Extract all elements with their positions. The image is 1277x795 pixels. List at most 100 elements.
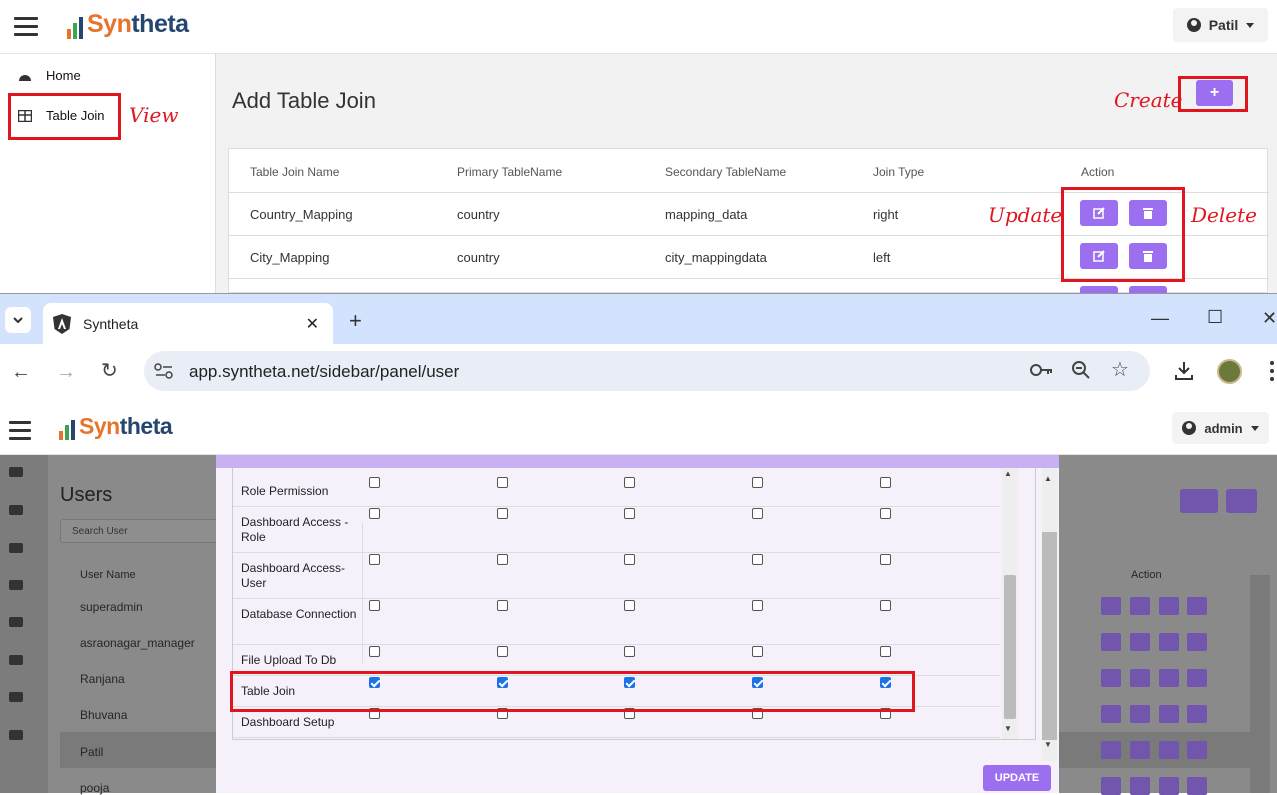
edit-user-button[interactable] bbox=[1101, 705, 1121, 723]
permissions-button[interactable] bbox=[1159, 633, 1179, 651]
table-icon[interactable] bbox=[9, 692, 23, 702]
gear-icon[interactable] bbox=[9, 730, 23, 740]
assign-role-button[interactable] bbox=[1130, 597, 1150, 615]
scroll-down-icon[interactable]: ▼ bbox=[1004, 724, 1012, 733]
permission-checkbox[interactable] bbox=[369, 554, 380, 565]
cell-join-name: City_Mapping bbox=[250, 250, 330, 265]
column-header: Table Join Name bbox=[250, 165, 340, 179]
permission-checkbox[interactable] bbox=[752, 508, 763, 519]
back-icon[interactable]: ← bbox=[11, 362, 31, 382]
edit-user-button[interactable] bbox=[1101, 597, 1121, 615]
export-button[interactable] bbox=[1226, 489, 1257, 513]
update-button[interactable]: UPDATE bbox=[983, 765, 1051, 791]
permission-checkbox[interactable] bbox=[369, 508, 380, 519]
assign-role-button[interactable] bbox=[1130, 633, 1150, 651]
forward-icon[interactable]: → bbox=[56, 362, 76, 382]
permission-checkbox[interactable] bbox=[624, 477, 635, 488]
permission-checkbox[interactable] bbox=[880, 508, 891, 519]
user-settings-icon[interactable] bbox=[9, 543, 23, 553]
browser-tab[interactable]: Syntheta ✕ bbox=[43, 303, 333, 345]
browser-menu-icon[interactable] bbox=[1270, 361, 1274, 381]
assign-role-button[interactable] bbox=[1130, 705, 1150, 723]
permission-checkbox[interactable] bbox=[752, 646, 763, 657]
edit-user-button[interactable] bbox=[1101, 741, 1121, 759]
upload-icon[interactable] bbox=[9, 655, 23, 665]
add-user-button[interactable] bbox=[1180, 489, 1218, 513]
assign-role-button[interactable] bbox=[1130, 669, 1150, 687]
zoom-out-icon[interactable] bbox=[1072, 361, 1090, 379]
sidebar-item-home[interactable]: Home bbox=[18, 68, 81, 83]
user-menu-button[interactable]: admin bbox=[1172, 412, 1269, 444]
list-item[interactable]: Ranjana bbox=[80, 672, 125, 686]
permission-checkbox[interactable] bbox=[624, 646, 635, 657]
delete-button[interactable] bbox=[1129, 286, 1167, 293]
permission-checkbox[interactable] bbox=[624, 508, 635, 519]
scroll-up-icon[interactable]: ▲ bbox=[1044, 474, 1052, 483]
edit-user-button[interactable] bbox=[1101, 669, 1121, 687]
minimize-button[interactable]: — bbox=[1151, 308, 1169, 329]
permissions-button[interactable] bbox=[1159, 777, 1179, 795]
permission-checkbox[interactable] bbox=[880, 646, 891, 657]
permission-checkbox[interactable] bbox=[752, 600, 763, 611]
permission-checkbox[interactable] bbox=[369, 477, 380, 488]
close-window-button[interactable]: ✕ bbox=[1262, 308, 1277, 329]
permissions-button[interactable] bbox=[1159, 597, 1179, 615]
table-scrollbar[interactable] bbox=[1250, 575, 1270, 793]
edit-button[interactable] bbox=[1080, 286, 1118, 293]
delete-user-button[interactable] bbox=[1187, 633, 1207, 651]
delete-user-button[interactable] bbox=[1187, 597, 1207, 615]
permission-checkbox[interactable] bbox=[624, 554, 635, 565]
scroll-up-icon[interactable]: ▲ bbox=[1004, 469, 1012, 478]
permission-checkbox[interactable] bbox=[497, 554, 508, 565]
permission-checkbox[interactable] bbox=[624, 600, 635, 611]
permission-checkbox[interactable] bbox=[752, 477, 763, 488]
permission-checkbox[interactable] bbox=[497, 646, 508, 657]
new-tab-button[interactable]: + bbox=[349, 308, 362, 334]
user-menu-button[interactable]: Patil bbox=[1173, 8, 1268, 42]
permission-checkbox[interactable] bbox=[880, 554, 891, 565]
delete-user-button[interactable] bbox=[1187, 705, 1207, 723]
tab-search-button[interactable] bbox=[5, 307, 31, 333]
list-item[interactable]: Patil bbox=[80, 745, 103, 759]
close-tab-icon[interactable]: ✕ bbox=[306, 314, 319, 334]
assign-role-button[interactable] bbox=[1130, 777, 1150, 795]
url-text: app.syntheta.net/sidebar/panel/user bbox=[189, 362, 460, 381]
delete-user-button[interactable] bbox=[1187, 777, 1207, 795]
list-item[interactable]: asraonagar_manager bbox=[80, 636, 195, 650]
dashboard-icon[interactable] bbox=[9, 467, 23, 477]
reload-icon[interactable]: ↻ bbox=[101, 361, 118, 381]
assign-role-button[interactable] bbox=[1130, 741, 1150, 759]
bookmark-star-icon[interactable]: ☆ bbox=[1111, 360, 1129, 380]
hamburger-menu-icon[interactable] bbox=[9, 421, 31, 441]
edit-user-button[interactable] bbox=[1101, 777, 1121, 795]
hamburger-menu-icon[interactable] bbox=[14, 17, 38, 37]
permission-checkbox[interactable] bbox=[369, 646, 380, 657]
profile-avatar[interactable] bbox=[1217, 359, 1242, 384]
download-icon[interactable] bbox=[1174, 361, 1194, 381]
scroll-down-icon[interactable]: ▼ bbox=[1044, 740, 1052, 749]
dialog-scrollbar-thumb[interactable] bbox=[1042, 532, 1057, 740]
delete-user-button[interactable] bbox=[1187, 741, 1207, 759]
key-icon[interactable] bbox=[1030, 363, 1054, 377]
permission-checkbox[interactable] bbox=[880, 477, 891, 488]
edit-user-button[interactable] bbox=[1101, 633, 1121, 651]
permission-checkbox[interactable] bbox=[880, 600, 891, 611]
permission-checkbox[interactable] bbox=[752, 554, 763, 565]
chart-icon[interactable] bbox=[9, 505, 23, 515]
permission-checkbox[interactable] bbox=[497, 508, 508, 519]
permissions-button[interactable] bbox=[1159, 705, 1179, 723]
inner-scrollbar-thumb[interactable] bbox=[1004, 575, 1016, 719]
permission-checkbox[interactable] bbox=[497, 600, 508, 611]
list-item[interactable]: superadmin bbox=[80, 600, 143, 614]
search-input[interactable]: Search User bbox=[60, 519, 220, 543]
permissions-button[interactable] bbox=[1159, 669, 1179, 687]
maximize-button[interactable]: ☐ bbox=[1207, 307, 1223, 328]
list-item[interactable]: Bhuvana bbox=[80, 708, 127, 722]
address-bar[interactable]: app.syntheta.net/sidebar/panel/user ☆ bbox=[144, 351, 1150, 391]
permissions-button[interactable] bbox=[1159, 741, 1179, 759]
database-icon[interactable] bbox=[9, 617, 23, 627]
delete-user-button[interactable] bbox=[1187, 669, 1207, 687]
users-icon[interactable] bbox=[9, 580, 23, 590]
permission-checkbox[interactable] bbox=[497, 477, 508, 488]
permission-checkbox[interactable] bbox=[369, 600, 380, 611]
